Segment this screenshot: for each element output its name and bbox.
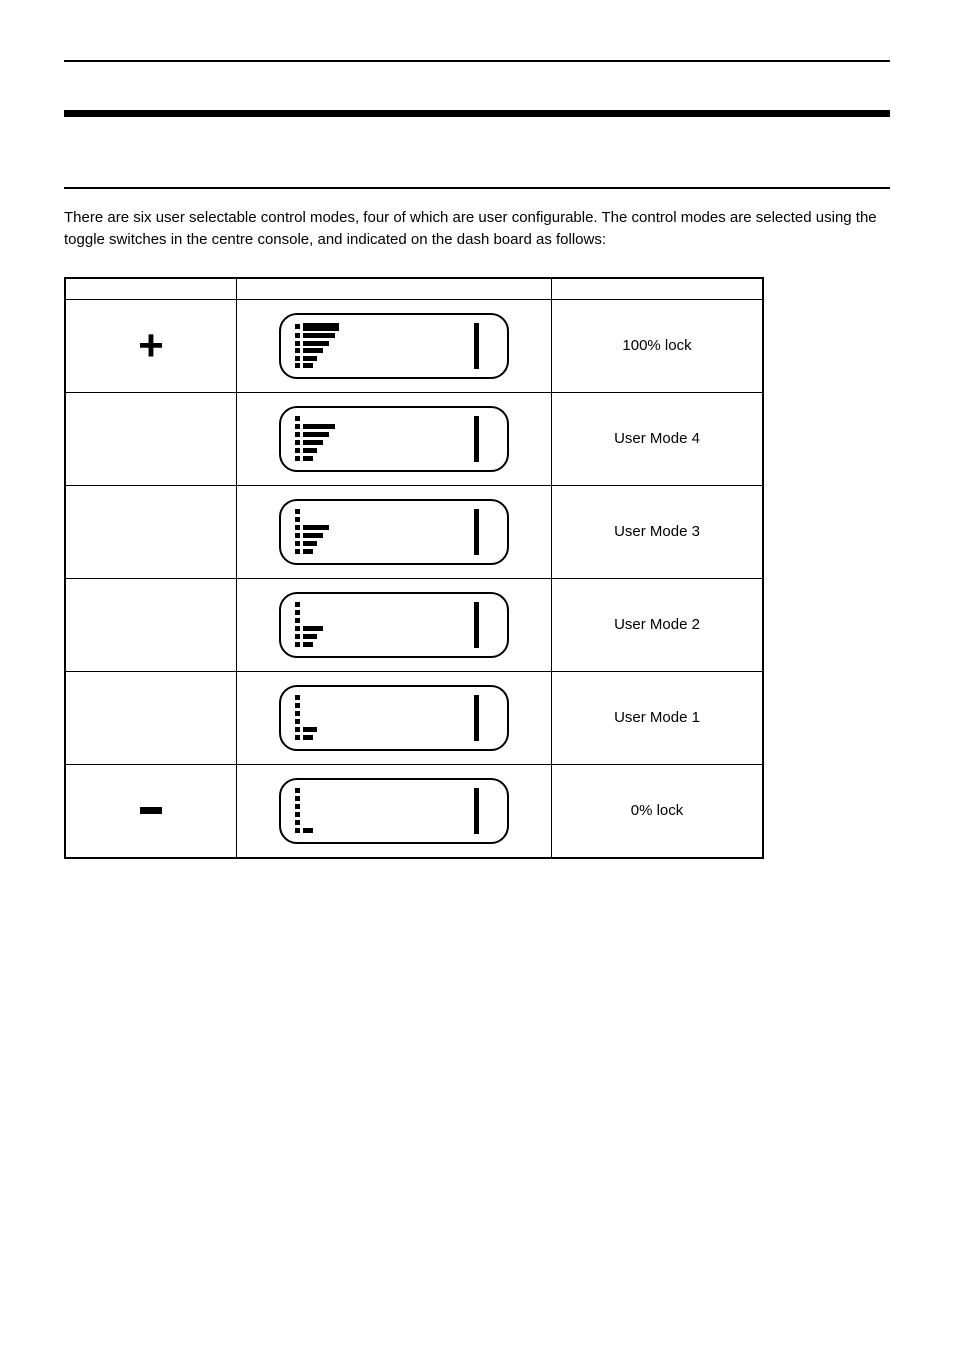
- mode-cell: User Mode 3: [552, 485, 764, 578]
- indicator-right-bar: [474, 509, 479, 555]
- dash-indicator: [279, 313, 509, 379]
- mode-cell: User Mode 2: [552, 578, 764, 671]
- dash-indicator: [279, 592, 509, 658]
- intro-part2: toggle switches in the centre console, a…: [64, 231, 606, 248]
- mode-cell: 0% lock: [552, 764, 764, 858]
- indicator-stack: [295, 323, 339, 369]
- dash-cell: [237, 485, 552, 578]
- dash-cell: [237, 764, 552, 858]
- intro-part1: There are six user selectable control mo…: [64, 209, 877, 226]
- header-dash: [237, 278, 552, 300]
- switch-cell: [65, 485, 237, 578]
- plus-icon: +: [138, 321, 164, 370]
- dash-indicator: [279, 406, 509, 472]
- indicator-right-bar: [474, 323, 479, 369]
- switch-cell: +: [65, 299, 237, 392]
- modes-table: +100% lockUser Mode 4User Mode 3User Mod…: [64, 277, 764, 859]
- indicator-stack: [295, 788, 313, 834]
- table-row: 0% lock: [65, 764, 763, 858]
- switch-cell: [65, 578, 237, 671]
- table-row: User Mode 4: [65, 392, 763, 485]
- switch-cell: [65, 392, 237, 485]
- indicator-right-bar: [474, 788, 479, 834]
- indicator-right-bar: [474, 602, 479, 648]
- indicator-stack: [295, 416, 335, 462]
- mode-cell: 100% lock: [552, 299, 764, 392]
- indicator-stack: [295, 602, 323, 648]
- indicator-right-bar: [474, 416, 479, 462]
- switch-cell: [65, 671, 237, 764]
- indicator-stack: [295, 509, 329, 555]
- dash-cell: [237, 299, 552, 392]
- dash-indicator: [279, 778, 509, 844]
- minus-icon: [140, 807, 162, 814]
- switch-cell: [65, 764, 237, 858]
- dash-cell: [237, 578, 552, 671]
- intro-text: There are six user selectable control mo…: [64, 207, 890, 251]
- indicator-stack: [295, 695, 317, 741]
- indicator-right-bar: [474, 695, 479, 741]
- dash-indicator: [279, 499, 509, 565]
- table-row: User Mode 3: [65, 485, 763, 578]
- table-row: User Mode 2: [65, 578, 763, 671]
- dash-cell: [237, 671, 552, 764]
- header-mode: [552, 278, 764, 300]
- mode-cell: User Mode 4: [552, 392, 764, 485]
- table-row: +100% lock: [65, 299, 763, 392]
- dash-cell: [237, 392, 552, 485]
- header-switch: [65, 278, 237, 300]
- dash-indicator: [279, 685, 509, 751]
- table-row: User Mode 1: [65, 671, 763, 764]
- mode-cell: User Mode 1: [552, 671, 764, 764]
